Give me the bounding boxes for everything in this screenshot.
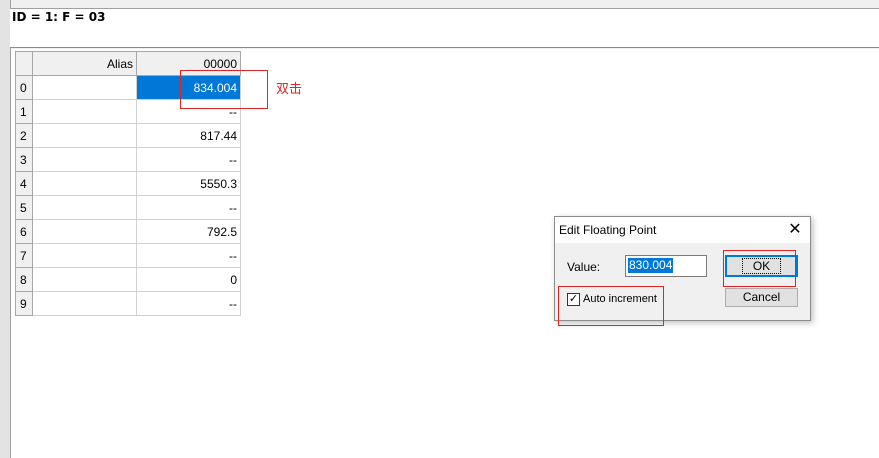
row-header[interactable]: 6	[15, 219, 33, 244]
row-header[interactable]: 7	[15, 243, 33, 268]
close-icon[interactable]: ✕	[784, 219, 806, 241]
table-row: 5 --	[15, 195, 241, 220]
info-text: ID = 1: F = 03	[12, 10, 106, 24]
row-header[interactable]: 9	[15, 291, 33, 316]
value-input-text: 830.004	[628, 258, 674, 273]
column-header-alias[interactable]: Alias	[32, 51, 137, 76]
alias-cell[interactable]	[32, 219, 137, 244]
annotation-box-auto-increment	[558, 286, 664, 326]
alias-cell[interactable]	[32, 147, 137, 172]
row-header[interactable]: 5	[15, 195, 33, 220]
info-bar: ID = 1: F = 03	[10, 8, 879, 48]
annotation-double-click-label: 双击	[276, 82, 303, 97]
annotation-box-ok	[723, 250, 796, 287]
table-row: 2 817.44	[15, 123, 241, 148]
value-cell[interactable]: 0	[136, 267, 241, 292]
row-header[interactable]: 2	[15, 123, 33, 148]
value-cell[interactable]: 5550.3	[136, 171, 241, 196]
value-cell[interactable]: 792.5	[136, 219, 241, 244]
value-cell[interactable]: --	[136, 243, 241, 268]
table-row: 9 --	[15, 291, 241, 316]
alias-cell[interactable]	[32, 123, 137, 148]
alias-cell[interactable]	[32, 291, 137, 316]
row-header[interactable]: 4	[15, 171, 33, 196]
table-row: 7 --	[15, 243, 241, 268]
row-header[interactable]: 3	[15, 147, 33, 172]
row-header[interactable]: 8	[15, 267, 33, 292]
table-row: 6 792.5	[15, 219, 241, 244]
alias-cell[interactable]	[32, 195, 137, 220]
row-header[interactable]: 1	[15, 99, 33, 124]
value-cell[interactable]: --	[136, 291, 241, 316]
value-cell[interactable]: --	[136, 195, 241, 220]
alias-cell[interactable]	[32, 267, 137, 292]
grid-corner[interactable]	[15, 51, 33, 76]
value-cell[interactable]: --	[136, 147, 241, 172]
value-input[interactable]: 830.004	[625, 255, 707, 277]
table-row: 4 5550.3	[15, 171, 241, 196]
alias-cell[interactable]	[32, 75, 137, 100]
window-frame-left	[0, 0, 11, 458]
alias-cell[interactable]	[32, 99, 137, 124]
dialog-title: Edit Floating Point	[559, 223, 657, 237]
table-row: 3 --	[15, 147, 241, 172]
value-label: Value:	[567, 260, 601, 274]
dialog-titlebar[interactable]: Edit Floating Point ✕	[555, 217, 810, 243]
value-cell[interactable]: 817.44	[136, 123, 241, 148]
cancel-button[interactable]: Cancel	[725, 288, 798, 307]
alias-cell[interactable]	[32, 171, 137, 196]
table-row: 80	[15, 267, 241, 292]
annotation-box-cell	[180, 70, 268, 109]
alias-cell[interactable]	[32, 243, 137, 268]
row-header[interactable]: 0	[15, 75, 33, 100]
